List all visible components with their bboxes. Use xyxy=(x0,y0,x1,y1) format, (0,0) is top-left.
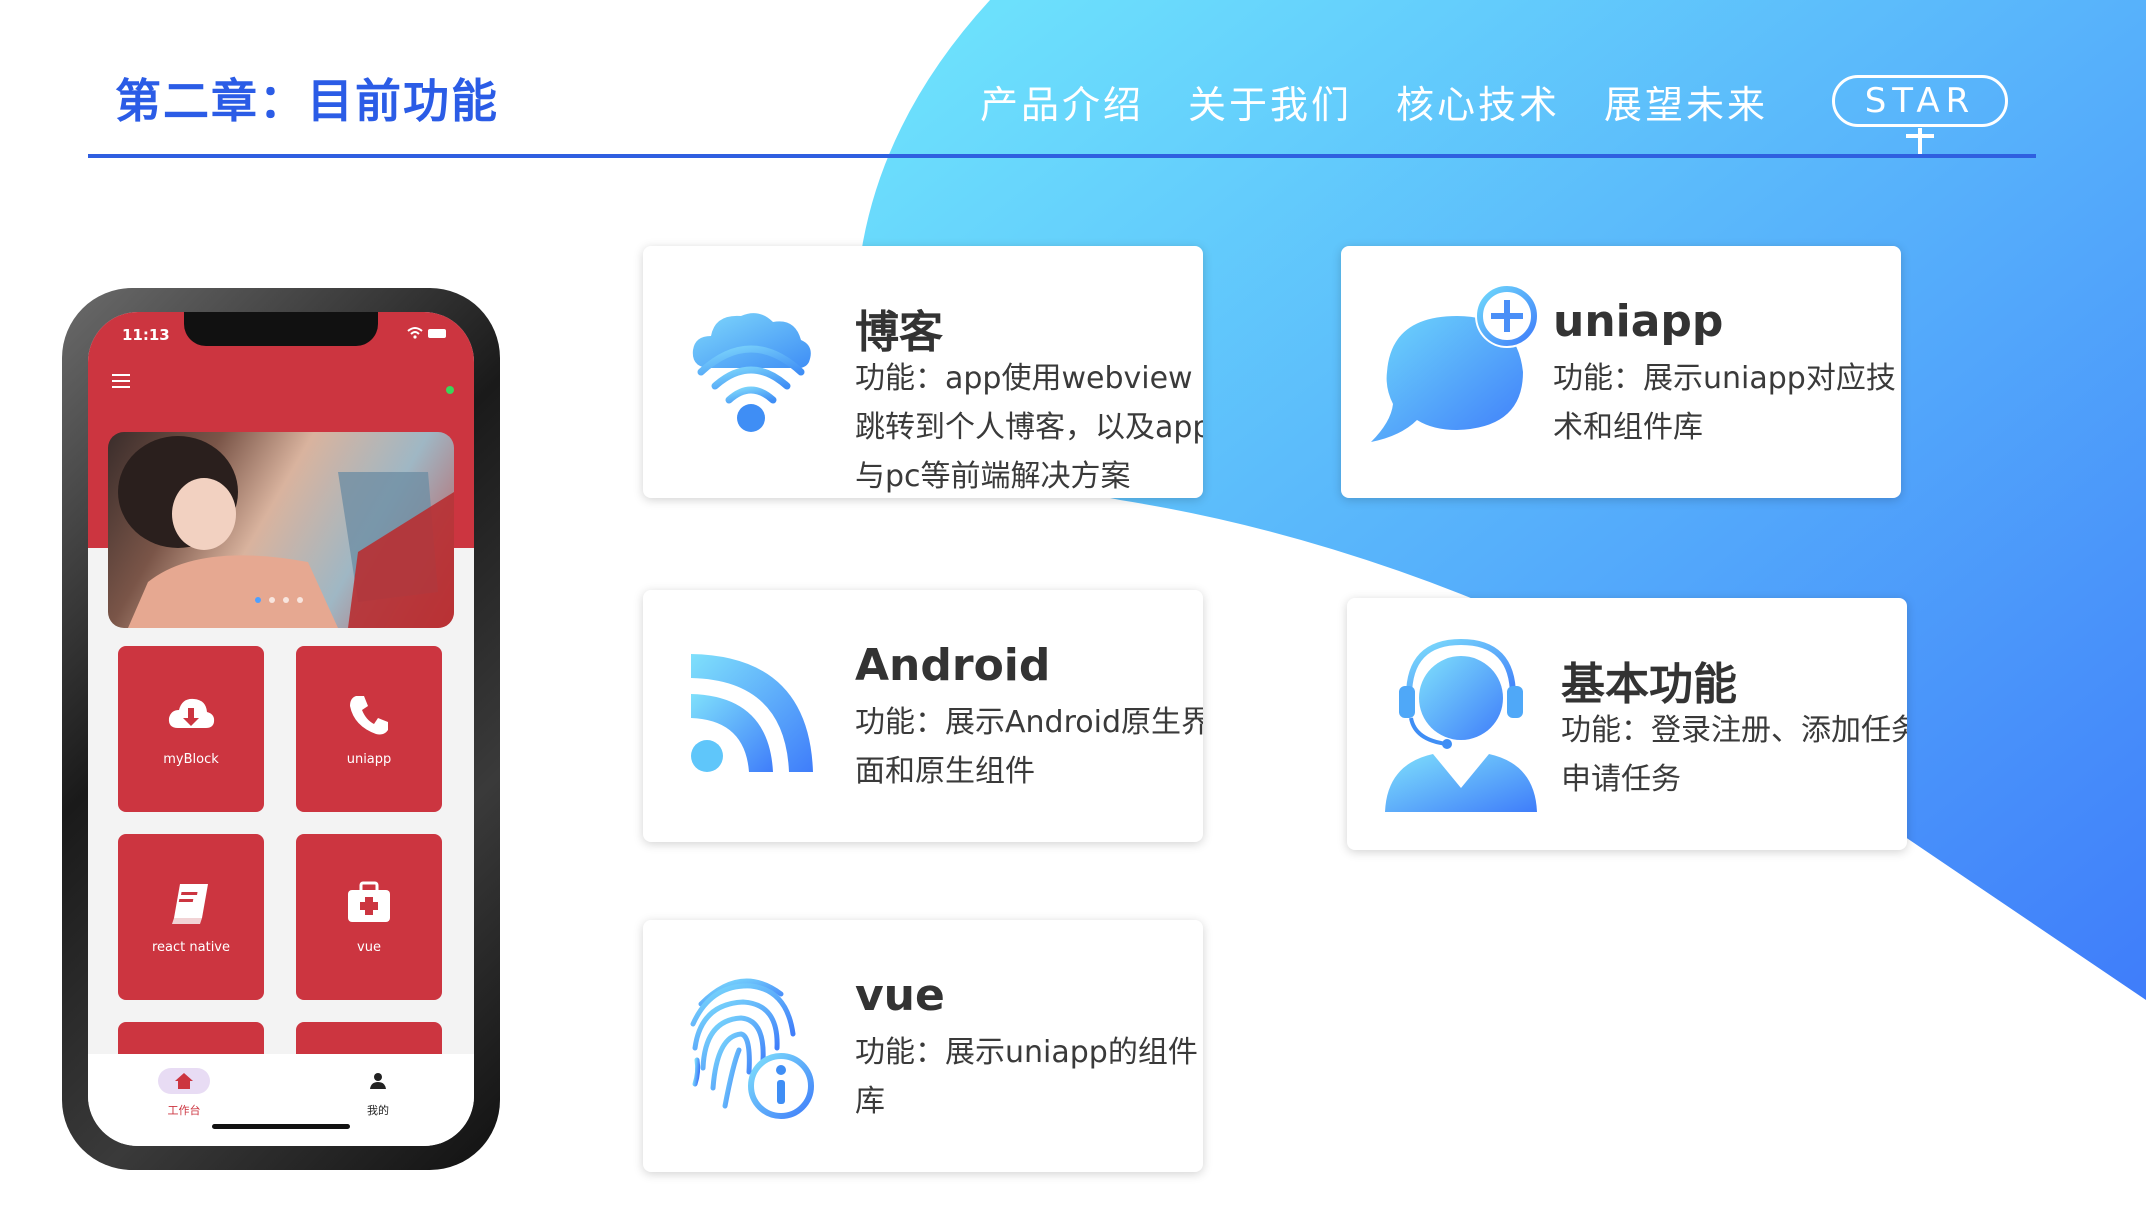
cloud-download-icon xyxy=(168,698,215,728)
star-button-stem-cap xyxy=(1906,134,1934,138)
book-icon xyxy=(172,884,208,924)
tile-vue[interactable]: vue xyxy=(296,834,442,1000)
card-title: 基本功能 xyxy=(1561,659,1737,710)
phone-screen: 11:13 myBlock uniapp react native vue 工作… xyxy=(88,312,474,1146)
nav-product-intro[interactable]: 产品介绍 xyxy=(980,74,1144,129)
feature-card-android[interactable]: Android 功能：展示Android原生界面和原生组件 xyxy=(643,590,1203,842)
tab-label: 工作台 xyxy=(167,1104,201,1117)
card-description: 功能：展示uniapp的组件库 xyxy=(855,1035,1198,1119)
card-title: 博客 xyxy=(855,307,943,358)
banner-photo-illustration xyxy=(118,436,454,628)
tile-label: vue xyxy=(357,940,381,955)
tile-react-native[interactable]: react native xyxy=(118,834,264,1000)
home-indicator xyxy=(212,1124,350,1129)
tile-myblock[interactable]: myBlock xyxy=(118,646,264,812)
nav-core-tech[interactable]: 核心技术 xyxy=(1396,74,1560,129)
star-button-stem xyxy=(1918,128,1922,154)
feature-card-blog[interactable]: 博客 功能：app使用webview跳转到个人博客，以及app与pc等前端解决方… xyxy=(643,246,1203,498)
feature-card-vue[interactable]: vue 功能：展示uniapp的组件库 xyxy=(643,920,1203,1172)
card-description: 功能：展示Android原生界面和原生组件 xyxy=(855,705,1203,789)
card-title: vue xyxy=(855,970,945,1021)
online-indicator xyxy=(446,386,454,394)
rss-feed-icon xyxy=(691,654,813,772)
phone-mockup: 11:13 myBlock uniapp react native vue 工作… xyxy=(62,288,500,1170)
star-button[interactable]: STAR xyxy=(1832,75,2008,127)
status-time: 11:13 xyxy=(122,326,170,344)
card-title: uniapp xyxy=(1553,296,1724,347)
chat-bubble-plus-icon xyxy=(1371,284,1539,442)
tab-label: 我的 xyxy=(367,1104,389,1117)
wifi-battery-icon xyxy=(407,327,446,339)
customer-service-icon xyxy=(1385,638,1537,812)
tile-uniapp[interactable]: uniapp xyxy=(296,646,442,812)
feature-card-basic[interactable]: 基本功能 功能：登录注册、添加任务申请任务 xyxy=(1347,598,1907,850)
hamburger-menu-icon[interactable] xyxy=(110,372,132,390)
card-title: Android xyxy=(855,640,1051,691)
user-icon xyxy=(370,1073,386,1089)
status-icons xyxy=(406,326,450,344)
fingerprint-info-icon xyxy=(690,978,814,1119)
tab-workbench[interactable]: 工作台 xyxy=(144,1064,224,1124)
medkit-icon xyxy=(348,881,390,922)
card-description: 功能：展示uniapp对应技术和组件库 xyxy=(1553,361,1896,445)
banner-image[interactable] xyxy=(108,432,454,628)
phone-notch xyxy=(184,312,378,346)
home-icon xyxy=(175,1073,193,1089)
tab-mine[interactable]: 我的 xyxy=(338,1064,418,1124)
title-divider xyxy=(88,154,2036,158)
tile-label: react native xyxy=(151,940,230,955)
phone-icon xyxy=(350,696,388,735)
card-description: 功能：登录注册、添加任务申请任务 xyxy=(1561,713,1907,797)
page-title: 第二章：目前功能 xyxy=(115,74,499,128)
feature-card-uniapp[interactable]: uniapp 功能：展示uniapp对应技术和组件库 xyxy=(1341,246,1901,498)
card-description: 功能：app使用webview跳转到个人博客，以及app与pc等前端解决方案 xyxy=(855,361,1203,494)
tile-label: uniapp xyxy=(346,752,392,767)
bottom-tab-bar: 工作台 我的 xyxy=(88,1054,474,1146)
cloud-wifi-icon xyxy=(692,313,811,432)
tile-label: myBlock xyxy=(163,752,219,767)
nav-future[interactable]: 展望未来 xyxy=(1604,74,1768,129)
nav-about-us[interactable]: 关于我们 xyxy=(1188,74,1352,129)
